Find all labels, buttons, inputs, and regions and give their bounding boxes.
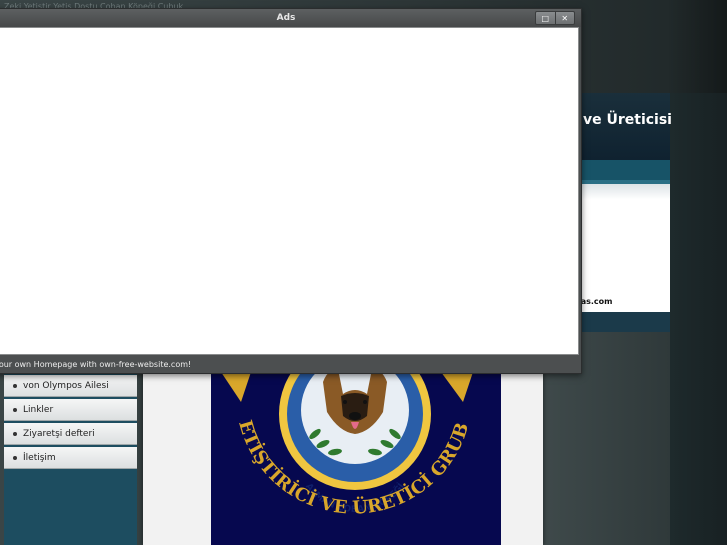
site-header-title: ve Üreticisi (583, 112, 672, 128)
close-button[interactable]: ✕ (554, 12, 575, 24)
site-sidebar: von Olympos Ailesi Linkler Ziyaretşi def… (4, 372, 137, 545)
maximize-button[interactable]: □ (536, 12, 555, 24)
bullet-icon (13, 407, 17, 412)
sidebar-item-iletisim[interactable]: İletişim (4, 447, 137, 469)
crest-right-fragment (441, 372, 473, 402)
sidebar-item-label: İletişim (23, 452, 56, 463)
bullet-icon (13, 431, 17, 436)
sidebar-item-label: Linkler (23, 404, 54, 415)
sidebar-item-ziyaretci-defteri[interactable]: Ziyaretşi defteri (4, 423, 137, 445)
sidebar-item-von-olympos[interactable]: von Olympos Ailesi (4, 375, 137, 397)
bullet-icon (13, 455, 17, 460)
sidebar-item-label: Ziyaretşi defteri (23, 428, 95, 439)
ads-window-title: Ads (276, 13, 296, 23)
ads-content-area[interactable] (0, 27, 579, 355)
ads-titlebar[interactable]: Ads □ ✕ (0, 9, 581, 27)
close-icon: ✕ (561, 13, 569, 23)
window-controls: □ ✕ (535, 11, 575, 25)
crest-left-fragment (221, 372, 251, 402)
logo-emblem: ALMAN ÇOBAN KÖPEĞİ YETİŞTİRİCİ VE ÜRETİC… (211, 372, 473, 519)
bullet-icon (13, 383, 17, 388)
sidebar-item-label: von Olympos Ailesi (23, 380, 109, 391)
ads-status-link[interactable]: Your own Homepage with own-free-website.… (0, 356, 581, 372)
sidebar-item-linkler[interactable]: Linkler (4, 399, 137, 421)
maximize-icon: □ (541, 13, 550, 23)
ads-popup-window[interactable]: Ads □ ✕ Your own Homepage with own-free-… (0, 8, 582, 374)
breed-group-logo: ALMAN ÇOBAN KÖPEĞİ YETİŞTİRİCİ VE ÜRETİC… (211, 372, 501, 545)
page-right-margin (670, 93, 727, 545)
